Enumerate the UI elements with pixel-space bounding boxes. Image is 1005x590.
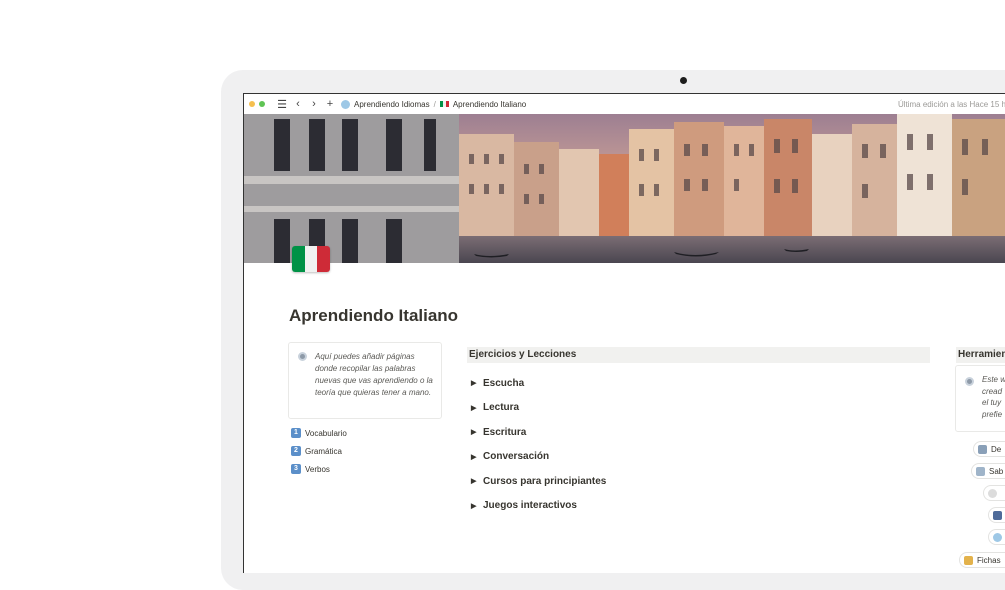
breadcrumb: Aprendiendo Idiomas / Aprendiendo Italia… [341, 99, 526, 109]
dictionary-icon [978, 444, 987, 454]
tag-icon [993, 510, 1002, 520]
info-icon [298, 352, 307, 361]
info-icon [965, 377, 974, 386]
tools-callout[interactable]: Este w cread el tuy prefie [955, 365, 1005, 432]
back-icon[interactable]: ‹ [293, 98, 303, 110]
breadcrumb-separator: / [433, 99, 436, 109]
tool-link-de[interactable]: De [973, 441, 1005, 457]
breadcrumb-current[interactable]: Aprendiendo Italiano [453, 100, 526, 109]
page-link-label: Verbos [305, 464, 330, 474]
callout-line: el tuy [982, 398, 1002, 407]
app-window: ☰ ‹ › + Aprendiendo Idiomas / Aprendiend… [243, 93, 1005, 573]
toggle-triangle-icon[interactable]: ▶ [471, 379, 483, 387]
forward-icon[interactable]: › [309, 98, 319, 110]
toggle-label: Cursos para principiantes [483, 475, 607, 487]
book-icon [976, 466, 985, 476]
tool-link-sab[interactable]: Sab [971, 463, 1005, 479]
tool-link-tag[interactable] [988, 507, 1005, 523]
venice-cover-illustration [244, 114, 1005, 263]
tool-link-label: Fichas [977, 555, 1001, 565]
page-title[interactable]: Aprendiendo Italiano [289, 306, 458, 326]
section-heading-herramientas: Herramien [956, 347, 1005, 363]
toggle-label: Lectura [483, 402, 520, 414]
minimize-button[interactable] [249, 101, 255, 107]
toggle-label: Escritura [483, 426, 527, 438]
camera-icon [680, 77, 687, 84]
number-three-icon: 3 [291, 464, 301, 474]
maximize-button[interactable] [259, 101, 265, 107]
cover-image[interactable] [244, 114, 1005, 263]
number-two-icon: 2 [291, 446, 301, 456]
page-link-gramatica[interactable]: 2 Gramática [291, 442, 347, 460]
sub-pages-list: 1 Vocabulario 2 Gramática 3 Verbos [291, 424, 347, 478]
toggle-cursos[interactable]: ▶ Cursos para principiantes [471, 469, 606, 494]
toggle-conversacion[interactable]: ▶ Conversación [471, 445, 606, 470]
toggle-juegos[interactable]: ▶ Juegos interactivos [471, 494, 606, 519]
tool-link-label: Sab [989, 466, 1004, 476]
toggle-triangle-icon[interactable]: ▶ [471, 477, 483, 485]
info-callout[interactable]: Aquí puedes añadir páginas donde recopil… [288, 342, 442, 419]
page-italy-flag-icon[interactable] [292, 246, 330, 272]
toggle-triangle-icon[interactable]: ▶ [471, 453, 483, 461]
toggle-triangle-icon[interactable]: ▶ [471, 404, 483, 412]
tool-link-chat[interactable] [983, 485, 1005, 501]
callout-line: cread [982, 386, 1003, 396]
page-link-label: Vocabulario [305, 428, 347, 438]
tool-link-web[interactable] [988, 529, 1005, 545]
toggle-list: ▶ Escucha ▶ Lectura ▶ Escritura ▶ Conversaci… [471, 371, 606, 518]
speech-bubble-icon [988, 488, 997, 498]
callout-line: prefie [982, 409, 1003, 419]
toggle-triangle-icon[interactable]: ▶ [471, 428, 483, 436]
section-heading-ejercicios: Ejercicios y Lecciones [467, 347, 930, 363]
pencil-icon [964, 555, 973, 565]
toggle-escucha[interactable]: ▶ Escucha [471, 371, 606, 396]
toggle-triangle-icon[interactable]: ▶ [471, 502, 483, 510]
number-one-icon: 1 [291, 428, 301, 438]
toggle-label: Juegos interactivos [483, 500, 577, 512]
top-bar: ☰ ‹ › + Aprendiendo Idiomas / Aprendiend… [244, 94, 1005, 114]
page-link-label: Gramática [305, 446, 342, 456]
tool-link-fichas[interactable]: Fichas [959, 552, 1005, 568]
callout-text: Aquí puedes añadir páginas donde recopil… [315, 352, 433, 397]
toggle-lectura[interactable]: ▶ Lectura [471, 396, 606, 421]
page-link-vocabulario[interactable]: 1 Vocabulario [291, 424, 347, 442]
toggle-label: Conversación [483, 451, 550, 463]
last-edited: Última edición a las Hace 15 h [897, 100, 1005, 109]
globe-icon [341, 99, 350, 109]
window-controls [249, 101, 265, 107]
globe-icon [993, 532, 1002, 542]
italy-flag-icon [439, 101, 449, 107]
add-icon[interactable]: + [325, 98, 335, 110]
tool-link-label: De [991, 444, 1002, 454]
page-link-verbos[interactable]: 3 Verbos [291, 460, 347, 478]
breadcrumb-parent[interactable]: Aprendiendo Idiomas [354, 100, 430, 109]
nav-controls: ☰ ‹ › + [277, 98, 335, 111]
toggle-label: Escucha [483, 377, 525, 389]
menu-icon[interactable]: ☰ [277, 98, 287, 111]
toggle-escritura[interactable]: ▶ Escritura [471, 420, 606, 445]
callout-line: Este w [982, 375, 1005, 384]
